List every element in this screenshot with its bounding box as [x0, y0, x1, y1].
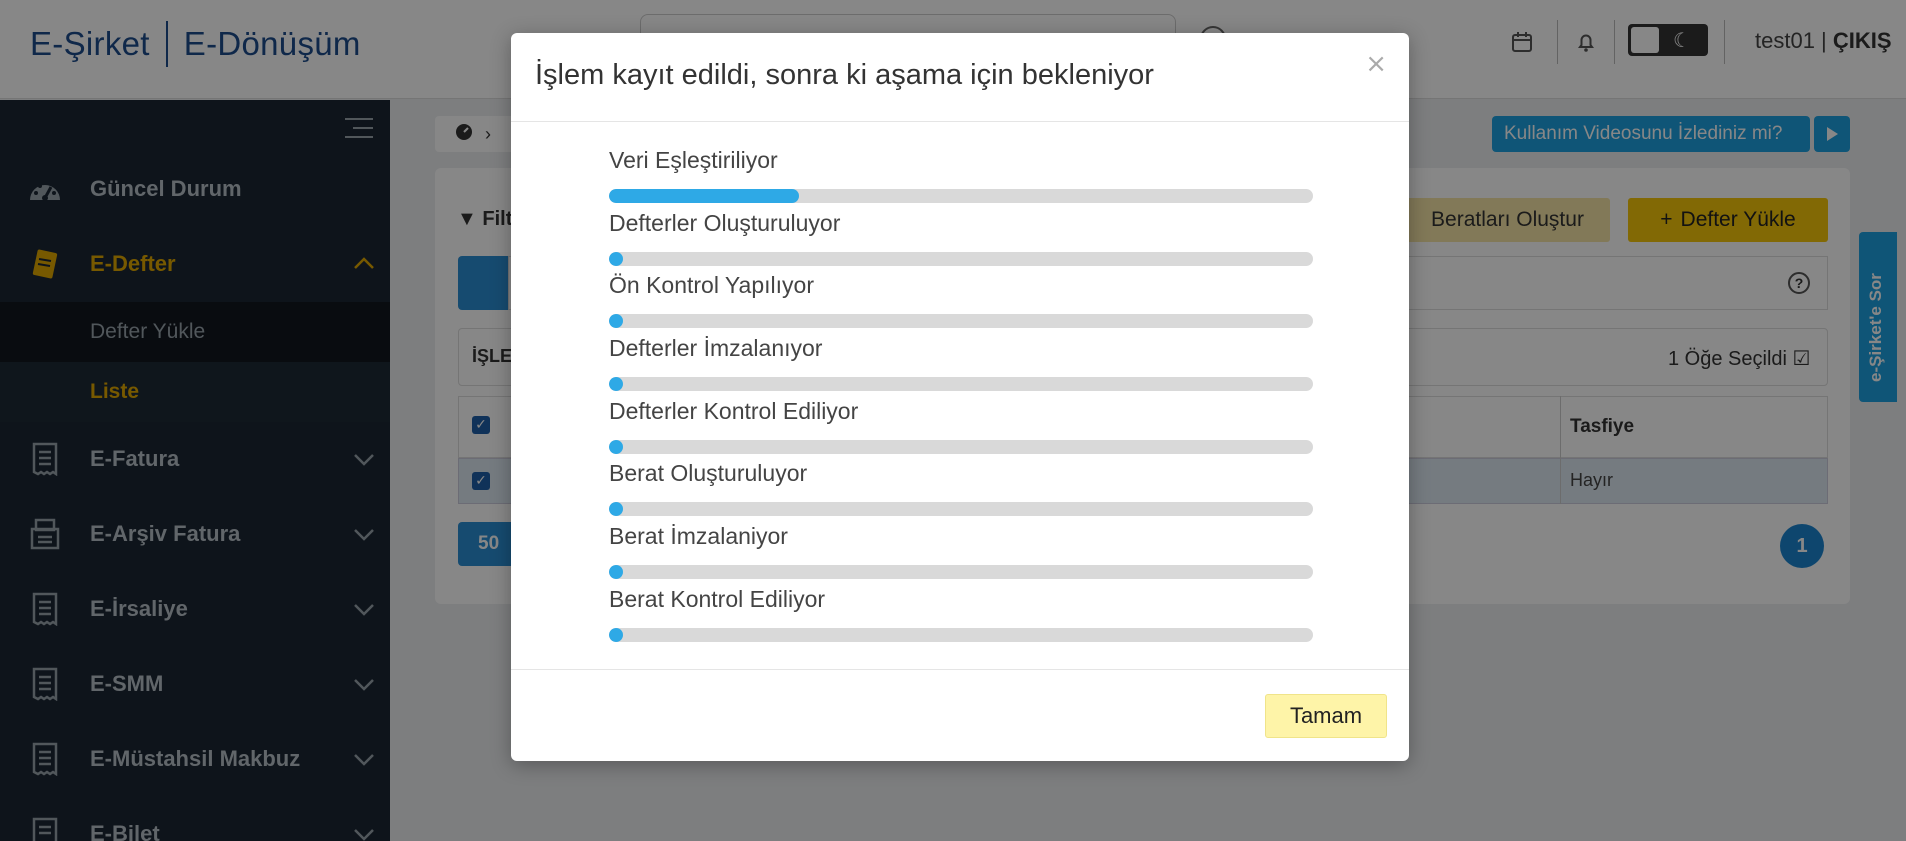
progress-track: [609, 502, 1313, 517]
progress-step: Defterler Oluşturuluyor: [609, 210, 1313, 273]
progress-step: Defterler Kontrol Ediliyor: [609, 398, 1313, 461]
progress-track: [609, 314, 1313, 329]
progress-track: [609, 251, 1313, 266]
progress-track: [609, 439, 1313, 454]
progress-steps: Veri Eşleştiriliyor Defterler Oluşturulu…: [609, 147, 1313, 649]
progress-fill: [609, 627, 623, 642]
modal-footer: Tamam: [511, 669, 1409, 761]
progress-fill: [609, 251, 623, 266]
step-label: Berat İmzalaniyor: [609, 523, 788, 550]
modal-header: İşlem kayıt edildi, sonra ki aşama için …: [511, 33, 1409, 122]
progress-step: Defterler İmzalanıyor: [609, 335, 1313, 398]
progress-fill: [609, 439, 623, 454]
step-label: Defterler İmzalanıyor: [609, 335, 823, 362]
progress-track: [609, 627, 1313, 642]
progress-step: Ön Kontrol Yapılıyor: [609, 272, 1313, 335]
modal-title: İşlem kayıt edildi, sonra ki aşama için …: [535, 59, 1154, 91]
close-icon[interactable]: ×: [1365, 49, 1387, 79]
progress-fill: [609, 314, 623, 329]
progress-step: Berat İmzalaniyor: [609, 523, 1313, 586]
progress-step: Berat Kontrol Ediliyor: [609, 586, 1313, 649]
step-label: Berat Oluşturuluyor: [609, 460, 808, 487]
step-label: Defterler Oluşturuluyor: [609, 209, 841, 236]
step-label: Veri Eşleştiriliyor: [609, 147, 778, 173]
progress-track: [609, 565, 1313, 580]
progress-track: [609, 189, 1313, 203]
progress-fill: [609, 502, 623, 517]
progress-track: [609, 377, 1313, 392]
step-label: Defterler Kontrol Ediliyor: [609, 397, 859, 424]
step-label: Berat Kontrol Ediliyor: [609, 585, 826, 612]
progress-fill: [609, 565, 623, 580]
progress-step: Veri Eşleştiriliyor: [609, 147, 1313, 210]
progress-modal: İşlem kayıt edildi, sonra ki aşama için …: [511, 33, 1409, 761]
progress-fill: [609, 377, 623, 392]
progress-step: Berat Oluşturuluyor: [609, 460, 1313, 523]
step-label: Ön Kontrol Yapılıyor: [609, 272, 814, 299]
ok-button[interactable]: Tamam: [1265, 694, 1387, 738]
progress-fill: [609, 189, 800, 203]
